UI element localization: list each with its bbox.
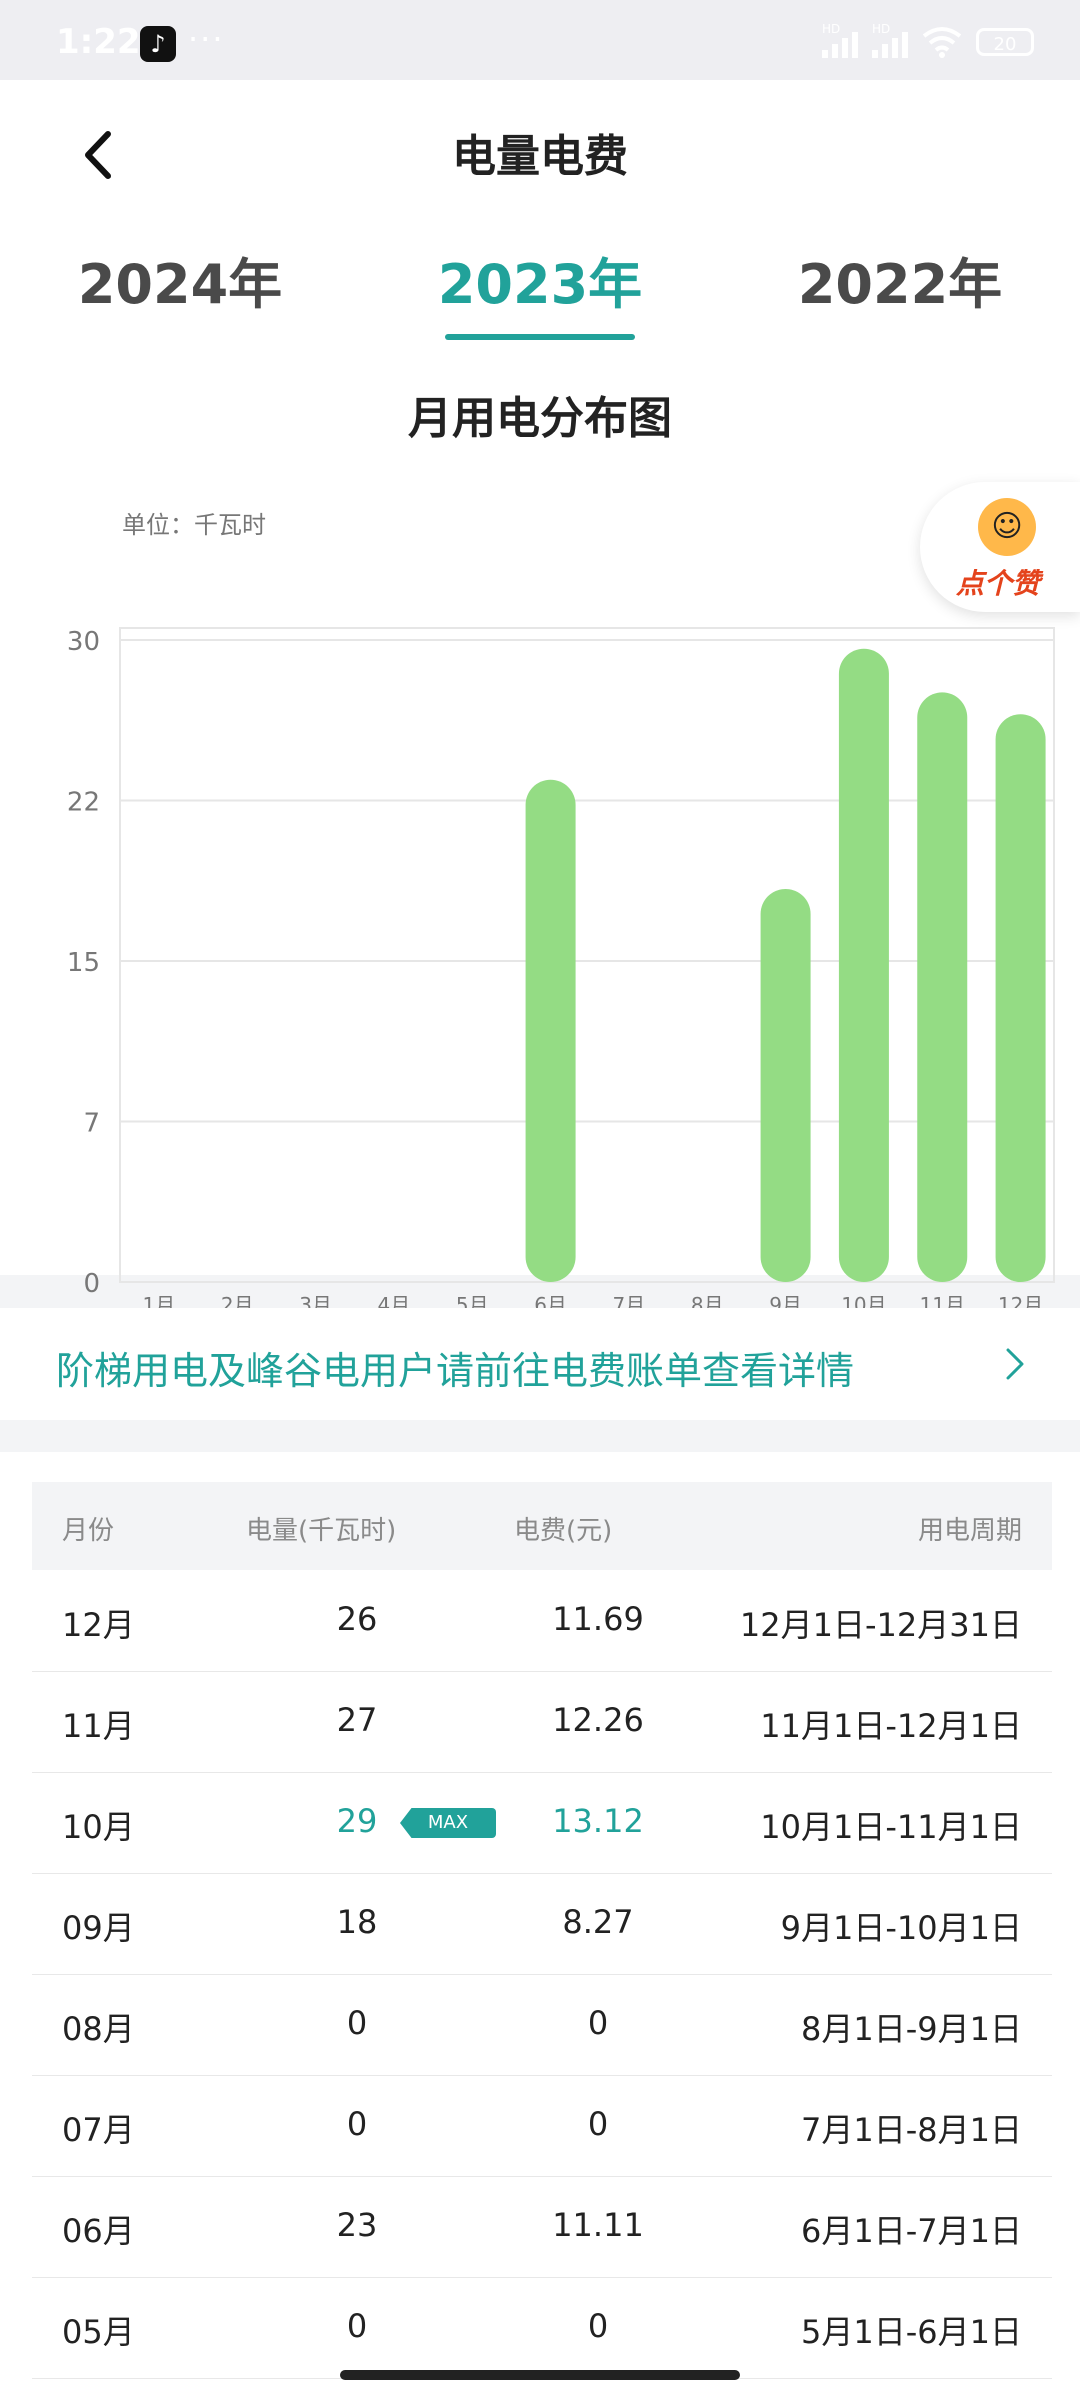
more-notifications-icon: ··· [188,20,225,58]
usage-table: 月份 电量(千瓦时) 电费(元) 用电周期 12月 26 11.69 12月1日… [0,1452,1080,2400]
row-month: 12月 [62,1606,135,1644]
main-panel: 电量电费 2024年 2023年 2022年 月用电分布图 单位：千瓦时 30 2… [0,80,1080,1317]
battery-icon: 20 [976,28,1034,56]
smiley-face-icon: ☺ [978,498,1036,556]
signal-icon-2: HD [872,22,908,58]
active-tab-indicator [445,334,635,340]
row-fee: 12.26 [552,1701,644,1739]
row-period: 12月1日-12月31日 [739,1606,1022,1644]
row-fee: 0 [587,2307,609,2345]
y-tick-label: 15 [67,948,100,978]
notice-text: 阶梯用电及峰谷电用户请前往电费账单查看详情 [56,1349,855,1393]
plot-frame [119,627,1055,1283]
table-row: 06月 23 11.11 6月1日-7月1日 [32,2176,1052,2278]
row-kwh: 18 [336,1903,378,1941]
tier-notice-link[interactable]: 阶梯用电及峰谷电用户请前往电费账单查看详情 [0,1308,1080,1420]
wifi-icon [922,27,962,58]
y-tick-label: 22 [67,788,100,818]
row-kwh: 27 [336,1701,378,1739]
tab-2022[interactable]: 2022年 [750,240,1050,319]
header-period: 用电周期 [917,1516,1022,1546]
row-kwh: 0 [346,2105,368,2143]
tiktok-icon: ♪ [140,26,176,62]
table-header: 月份 电量(千瓦时) 电费(元) 用电周期 [32,1482,1052,1570]
row-fee: 0 [587,2105,609,2143]
max-badge: MAX [400,1808,496,1838]
like-button[interactable]: ☺ 点个赞 [920,482,1080,612]
y-tick-label: 0 [83,1269,100,1299]
header-kwh: 电量(千瓦时) [246,1516,397,1546]
row-kwh: 26 [336,1600,378,1638]
y-tick-label: 7 [83,1109,100,1139]
page-title: 电量电费 [452,131,628,182]
tab-2023[interactable]: 2023年 [390,240,690,319]
row-fee: 13.12 [552,1802,644,1840]
row-fee: 8.27 [562,1903,634,1941]
row-period: 10月1日-11月1日 [760,1808,1022,1846]
row-kwh: 0 [346,2004,368,2042]
row-fee: 11.11 [552,2206,644,2244]
row-period: 7月1日-8月1日 [801,2111,1022,2149]
header-month: 月份 [62,1516,115,1546]
chart-title: 月用电分布图 [408,393,672,444]
bar-12月 [995,714,1046,1282]
year-tabs: 2024年 2023年 2022年 [0,240,1080,340]
table-row: 05月 0 0 5月1日-6月1日 [32,2277,1052,2379]
y-tick-label: 30 [67,627,100,657]
row-fee: 11.69 [552,1600,644,1638]
row-period: 11月1日-12月1日 [760,1707,1022,1745]
row-period: 9月1日-10月1日 [780,1909,1022,1947]
status-bar: 1:22 ♪ ··· HD HD 20 [0,0,1080,80]
table-row: 07月 0 0 7月1日-8月1日 [32,2075,1052,2177]
row-period: 8月1日-9月1日 [801,2010,1022,2048]
row-month: 06月 [62,2212,135,2250]
row-kwh: 0 [346,2307,368,2345]
row-kwh: 23 [336,2206,378,2244]
row-period: 6月1日-7月1日 [801,2212,1022,2250]
row-kwh: 29 [336,1802,378,1840]
signal-icon: HD [822,22,858,58]
monthly-usage-chart: 302215701月 2月 3月 4月 5月 6月 7月 8月 9月 10月 11月 12月 [67,627,1055,1317]
row-month: 05月 [62,2313,135,2351]
like-label: 点个赞 [956,567,1041,600]
table-row-max: 10月 29 MAX 13.12 10月1日-11月1日 [32,1772,1052,1874]
bar-9月 [760,888,811,1282]
row-period: 5月1日-6月1日 [801,2313,1022,2351]
table-row: 09月 18 8.27 9月1日-10月1日 [32,1873,1052,1975]
bar-10月 [838,648,889,1282]
bar-6月 [525,779,576,1282]
tab-2024[interactable]: 2024年 [30,240,330,319]
row-fee: 0 [587,2004,609,2042]
bar-11月 [917,692,968,1282]
row-month: 10月 [62,1808,135,1846]
home-indicator [340,2370,740,2380]
row-month: 09月 [62,1909,135,1947]
header-fee: 电费(元) [514,1516,613,1546]
row-month: 08月 [62,2010,135,2048]
table-row: 11月 27 12.26 11月1日-12月1日 [32,1671,1052,1773]
table-row: 12月 26 11.69 12月1日-12月31日 [32,1570,1052,1672]
chevron-right-icon [1006,1348,1024,1380]
row-month: 11月 [62,1707,135,1745]
status-time: 1:22 [56,22,141,62]
row-month: 07月 [62,2111,135,2149]
table-row: 08月 0 0 8月1日-9月1日 [32,1974,1052,2076]
